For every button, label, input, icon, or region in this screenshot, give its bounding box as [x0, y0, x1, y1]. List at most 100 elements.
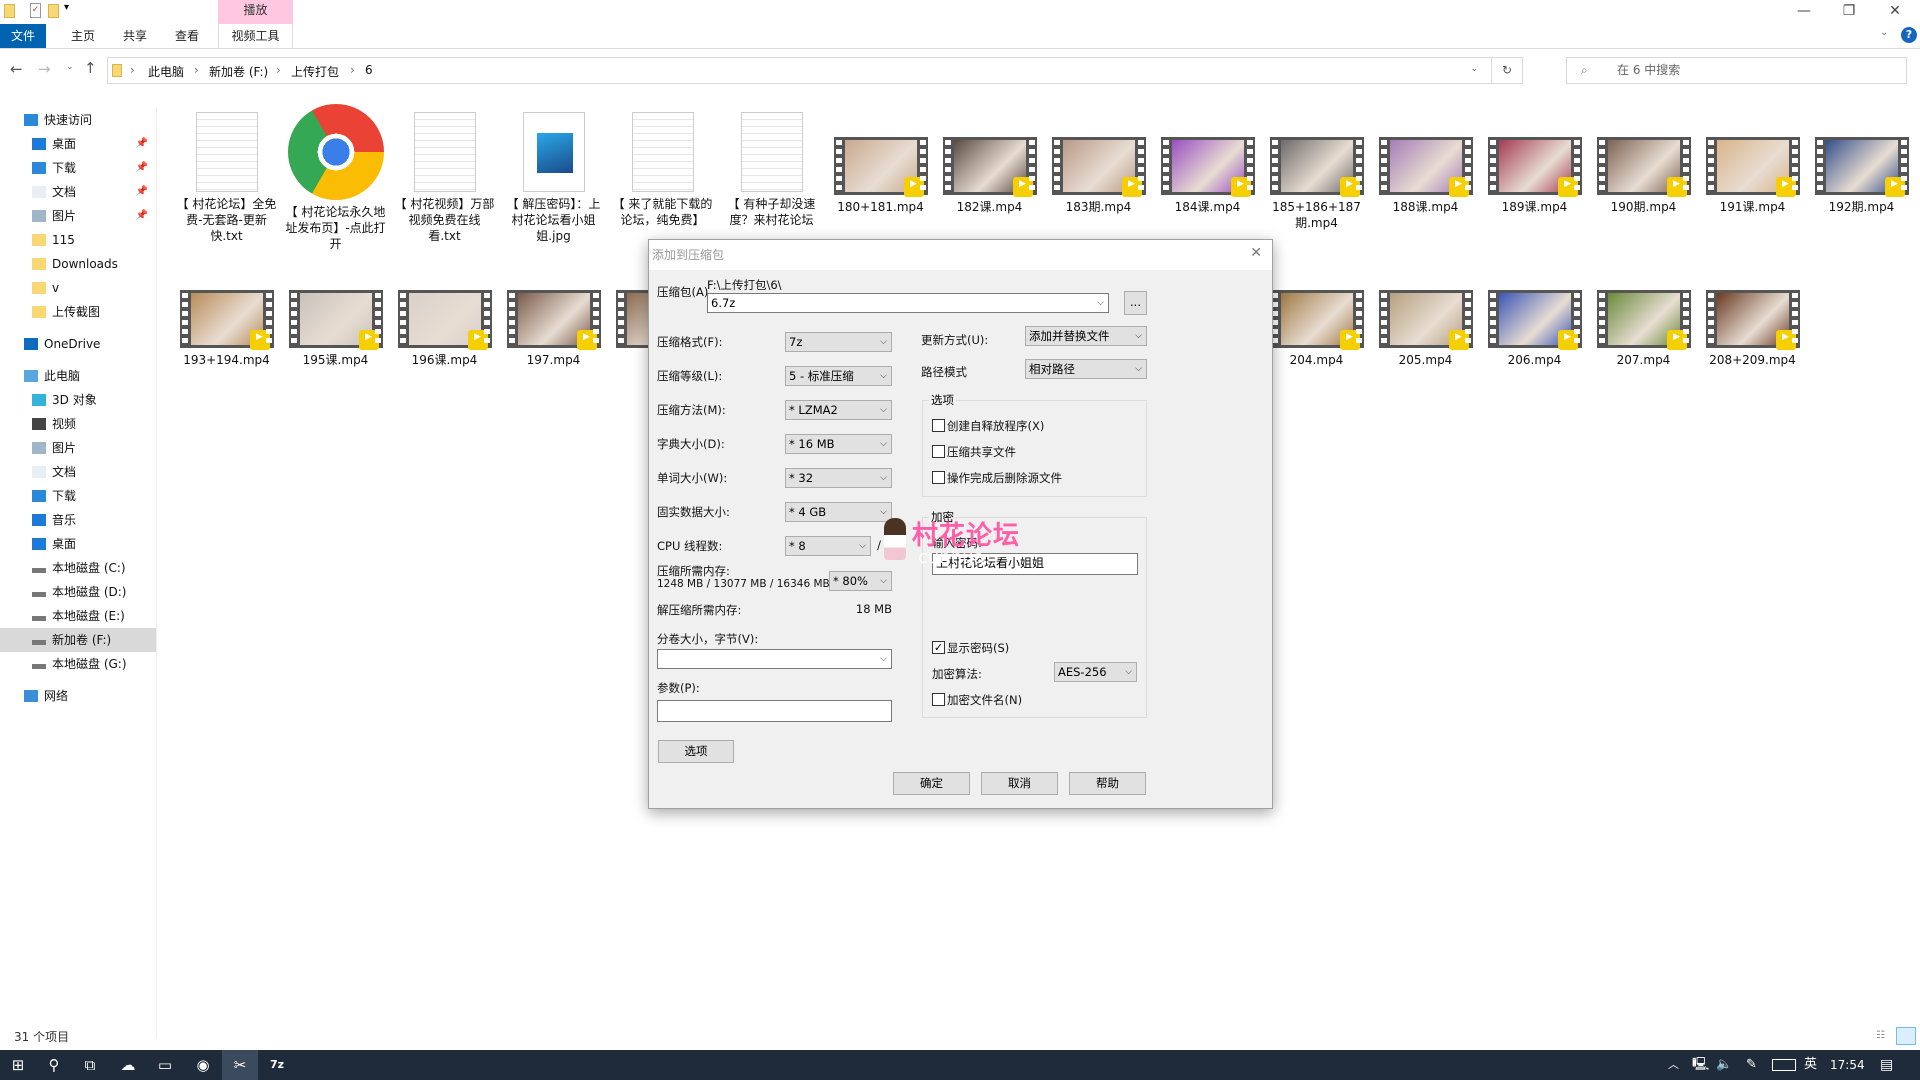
tab-home[interactable]: 主页 [58, 24, 108, 48]
setting-combo[interactable]: * 32 ⌵ [785, 468, 892, 488]
file-item[interactable]: ▶ 196课.mp4 [390, 290, 499, 368]
sidebar-item[interactable]: 桌面 [0, 532, 156, 556]
browse-button[interactable]: ... [1124, 291, 1147, 315]
file-item[interactable]: 【 村花论坛永久地址发布页】-点此打开 [281, 104, 390, 252]
new-folder-icon[interactable] [48, 4, 59, 18]
setting-combo[interactable]: 5 - 标准压缩 ⌵ [785, 366, 892, 386]
file-item[interactable]: ▶ 192期.mp4 [1807, 104, 1916, 215]
tab-view[interactable]: 查看 [162, 24, 212, 48]
sidebar-item[interactable]: 上传截图 [0, 300, 156, 324]
sidebar-item[interactable]: 115 [0, 228, 156, 252]
back-button[interactable]: ← [10, 60, 23, 78]
address-bar[interactable]: › 此电脑 › 新加卷 (F:) › 上传打包 › 6 ⌄ ↻ [107, 57, 1523, 84]
encrypt-names-checkbox[interactable] [932, 693, 945, 706]
sidebar-item[interactable]: Downloads [0, 252, 156, 276]
file-item[interactable]: 【 村花论坛】全免费-无套路-更新快.txt [172, 104, 281, 244]
file-item[interactable]: ▶ 195课.mp4 [281, 290, 390, 368]
file-item[interactable]: ▶ 205.mp4 [1371, 290, 1480, 368]
7zip-icon[interactable]: 7z [259, 1050, 295, 1080]
file-item[interactable]: 【 村花视频】万部视频免费在线看.txt [390, 104, 499, 244]
sidebar-item[interactable]: 音乐 [0, 508, 156, 532]
sidebar-item[interactable]: 本地磁盘 (E:) [0, 604, 156, 628]
mem-percent-combo[interactable]: * 80% ⌵ [829, 571, 892, 591]
keyboard-icon[interactable] [1772, 1059, 1796, 1071]
file-explorer-icon[interactable]: ▭ [147, 1050, 183, 1080]
customize-qat-icon[interactable]: ▾ [64, 2, 69, 13]
params-input[interactable] [657, 700, 892, 722]
tab-file[interactable]: 文件 [0, 24, 46, 48]
file-item[interactable]: ▶ 190期.mp4 [1589, 104, 1698, 215]
setting-combo[interactable]: * 16 MB ⌵ [785, 434, 892, 454]
help-icon[interactable]: ? [1901, 27, 1917, 43]
minimize-button[interactable]: — [1781, 0, 1827, 22]
sidebar-item[interactable]: 此电脑 [0, 364, 156, 388]
sidebar-item[interactable]: 3D 对象 [0, 388, 156, 412]
options-button[interactable]: 选项 [658, 740, 734, 763]
file-item[interactable]: ▶ 189课.mp4 [1480, 104, 1589, 215]
app-icon[interactable]: ✂ [222, 1050, 258, 1080]
file-item[interactable]: ▶ 188课.mp4 [1371, 104, 1480, 215]
large-icons-view-icon[interactable] [1896, 1027, 1916, 1045]
close-button[interactable]: ✕ [1872, 0, 1918, 22]
address-dropdown-icon[interactable]: ⌄ [1470, 64, 1478, 74]
sidebar-item[interactable]: 文档 📌 [0, 180, 156, 204]
file-item[interactable]: ▶ 182课.mp4 [935, 104, 1044, 215]
tab-video-tools[interactable]: 视频工具 [218, 24, 293, 48]
sidebar-item[interactable]: 下载 [0, 484, 156, 508]
sidebar-item[interactable]: 下载 📌 [0, 156, 156, 180]
file-item[interactable]: 【 有种子却没速度？来村花论坛 [717, 104, 826, 228]
file-item[interactable]: ▶ 207.mp4 [1589, 290, 1698, 368]
cancel-button[interactable]: 取消 [981, 772, 1058, 795]
sidebar-item[interactable]: 本地磁盘 (C:) [0, 556, 156, 580]
show-password-checkbox[interactable]: ✓ [932, 641, 945, 654]
network-icon[interactable]: 🖳 [1692, 1050, 1709, 1080]
file-item[interactable]: ▶ 183期.mp4 [1044, 104, 1153, 215]
task-view-icon[interactable]: ⧉ [72, 1050, 108, 1080]
file-item[interactable]: ▶ 191课.mp4 [1698, 104, 1807, 215]
sidebar-item[interactable]: 本地磁盘 (D:) [0, 580, 156, 604]
baidu-netdisk-icon[interactable]: ☁ [110, 1050, 146, 1080]
sidebar-item[interactable]: 桌面 📌 [0, 132, 156, 156]
windows-start-icon[interactable]: ⊞ [0, 1050, 36, 1080]
sidebar-item[interactable]: 本地磁盘 (G:) [0, 652, 156, 676]
setting-combo[interactable]: * 8 ⌵ [785, 536, 871, 556]
sidebar-item[interactable]: v [0, 276, 156, 300]
up-button[interactable]: ↑ [84, 59, 97, 77]
pin-icon[interactable]: 📌 [136, 156, 148, 180]
search-icon[interactable]: ⚲ [36, 1050, 72, 1080]
sidebar-item[interactable]: OneDrive [0, 332, 156, 356]
breadcrumb-item[interactable]: 此电脑 [148, 63, 184, 80]
file-item[interactable]: ▶ 185+186+187期.mp4 [1262, 104, 1371, 231]
help-button[interactable]: 帮助 [1069, 772, 1146, 795]
breadcrumb-item[interactable]: 新加卷 (F:) [209, 63, 268, 80]
forward-button[interactable]: → [38, 60, 51, 78]
pin-icon[interactable]: 📌 [136, 132, 148, 156]
clock[interactable]: 17:54 [1830, 1050, 1865, 1080]
file-item[interactable]: ▶ 180+181.mp4 [826, 104, 935, 215]
sidebar-item[interactable]: 快速访问 [0, 108, 156, 132]
sidebar-item[interactable]: 图片 📌 [0, 204, 156, 228]
file-item[interactable]: ▶ 193+194.mp4 [172, 290, 281, 368]
ime-indicator[interactable]: 英 [1804, 1050, 1817, 1080]
breadcrumb-item[interactable]: 6 [365, 63, 373, 77]
ok-button[interactable]: 确定 [893, 772, 970, 795]
tray-chevron-icon[interactable]: ︿ [1668, 1050, 1679, 1080]
volume-icon[interactable]: 🔈 [1716, 1050, 1732, 1080]
properties-icon[interactable]: ✓ [30, 3, 41, 18]
setting-combo[interactable]: * LZMA2 ⌵ [785, 400, 892, 420]
option-checkbox[interactable] [932, 419, 945, 432]
split-size-combo[interactable]: ⌵ [657, 649, 892, 669]
pin-icon[interactable]: 📌 [136, 180, 148, 204]
pin-icon[interactable]: 📌 [136, 204, 148, 228]
sidebar-item[interactable]: 新加卷 (F:) [0, 628, 156, 652]
file-item[interactable]: ▶ 206.mp4 [1480, 290, 1589, 368]
file-item[interactable]: ▶ 204.mp4 [1262, 290, 1371, 368]
search-input[interactable]: ⌕ 在 6 中搜索 [1566, 57, 1907, 84]
file-item[interactable]: 【 解压密码】：上村花论坛看小姐姐.jpg [499, 104, 608, 244]
expand-ribbon-icon[interactable]: ⌄ [1880, 27, 1888, 38]
setting-combo[interactable]: 7z ⌵ [785, 332, 892, 352]
sidebar-item[interactable]: 网络 [0, 684, 156, 708]
refresh-button[interactable]: ↻ [1491, 58, 1522, 83]
sidebar-item[interactable]: 图片 [0, 436, 156, 460]
setting-combo[interactable]: * 4 GB ⌵ [785, 502, 892, 522]
